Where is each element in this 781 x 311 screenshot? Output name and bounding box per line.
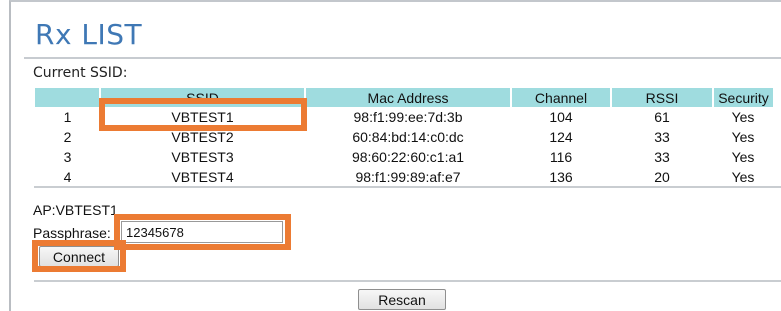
bottom-divider (34, 280, 781, 282)
cell-channel: 116 (549, 149, 573, 165)
col-header-mac: Mac Address (305, 88, 512, 107)
passphrase-input[interactable] (121, 221, 283, 243)
table-row[interactable]: 4 VBTEST4 98:f1:99:89:af:e7 136 20 Yes (35, 167, 773, 187)
cell-channel: 136 (549, 169, 573, 185)
cell-rssi: 61 (654, 109, 670, 125)
cell-security: Yes (731, 169, 755, 185)
cell-mac: 60:84:bd:14:c0:dc (352, 129, 464, 145)
cell-index: 2 (63, 129, 72, 145)
cell-index: 4 (63, 169, 72, 185)
current-ssid-label: Current SSID: (33, 65, 128, 81)
cell-security: Yes (731, 129, 755, 145)
cell-index: 1 (63, 109, 72, 125)
cell-rssi: 20 (654, 169, 670, 185)
cell-channel: 104 (549, 109, 573, 125)
cell-rssi: 33 (654, 149, 670, 165)
col-header-ssid: SSID (100, 88, 306, 107)
table-header-row: SSID Mac Address Channel RSSI Security (35, 88, 773, 107)
table-row[interactable]: 3 VBTEST3 98:60:22:60:c1:a1 116 33 Yes (35, 147, 773, 167)
col-header-channel: Channel (511, 88, 612, 107)
cell-ssid: VBTEST4 (171, 169, 234, 185)
cell-security: Yes (731, 109, 755, 125)
col-header-index (35, 88, 101, 107)
section-divider (34, 186, 781, 188)
rx-list-table: SSID Mac Address Channel RSSI Security 1… (35, 88, 773, 187)
page-title: Rx LIST (35, 18, 143, 51)
rescan-button[interactable]: Rescan (358, 289, 446, 310)
ap-label: AP:VBTEST1 (33, 202, 118, 218)
cell-ssid: VBTEST3 (171, 149, 234, 165)
cell-rssi: 33 (654, 129, 670, 145)
cell-security: Yes (731, 149, 755, 165)
cell-mac: 98:f1:99:ee:7d:3b (353, 109, 463, 125)
cell-ssid: VBTEST2 (171, 129, 234, 145)
cell-index: 3 (63, 149, 72, 165)
connect-button[interactable]: Connect (39, 246, 119, 267)
table-row[interactable]: 1 VBTEST1 98:f1:99:ee:7d:3b 104 61 Yes (35, 107, 773, 127)
cell-channel: 124 (549, 129, 573, 145)
col-header-rssi: RSSI (611, 88, 714, 107)
col-header-security: Security (713, 88, 773, 107)
cell-mac: 98:f1:99:89:af:e7 (355, 169, 461, 185)
cell-mac: 98:60:22:60:c1:a1 (351, 149, 465, 165)
passphrase-label: Passphrase: (33, 225, 111, 241)
cell-ssid: VBTEST1 (171, 109, 234, 125)
table-row[interactable]: 2 VBTEST2 60:84:bd:14:c0:dc 124 33 Yes (35, 127, 773, 147)
title-divider (24, 57, 781, 59)
